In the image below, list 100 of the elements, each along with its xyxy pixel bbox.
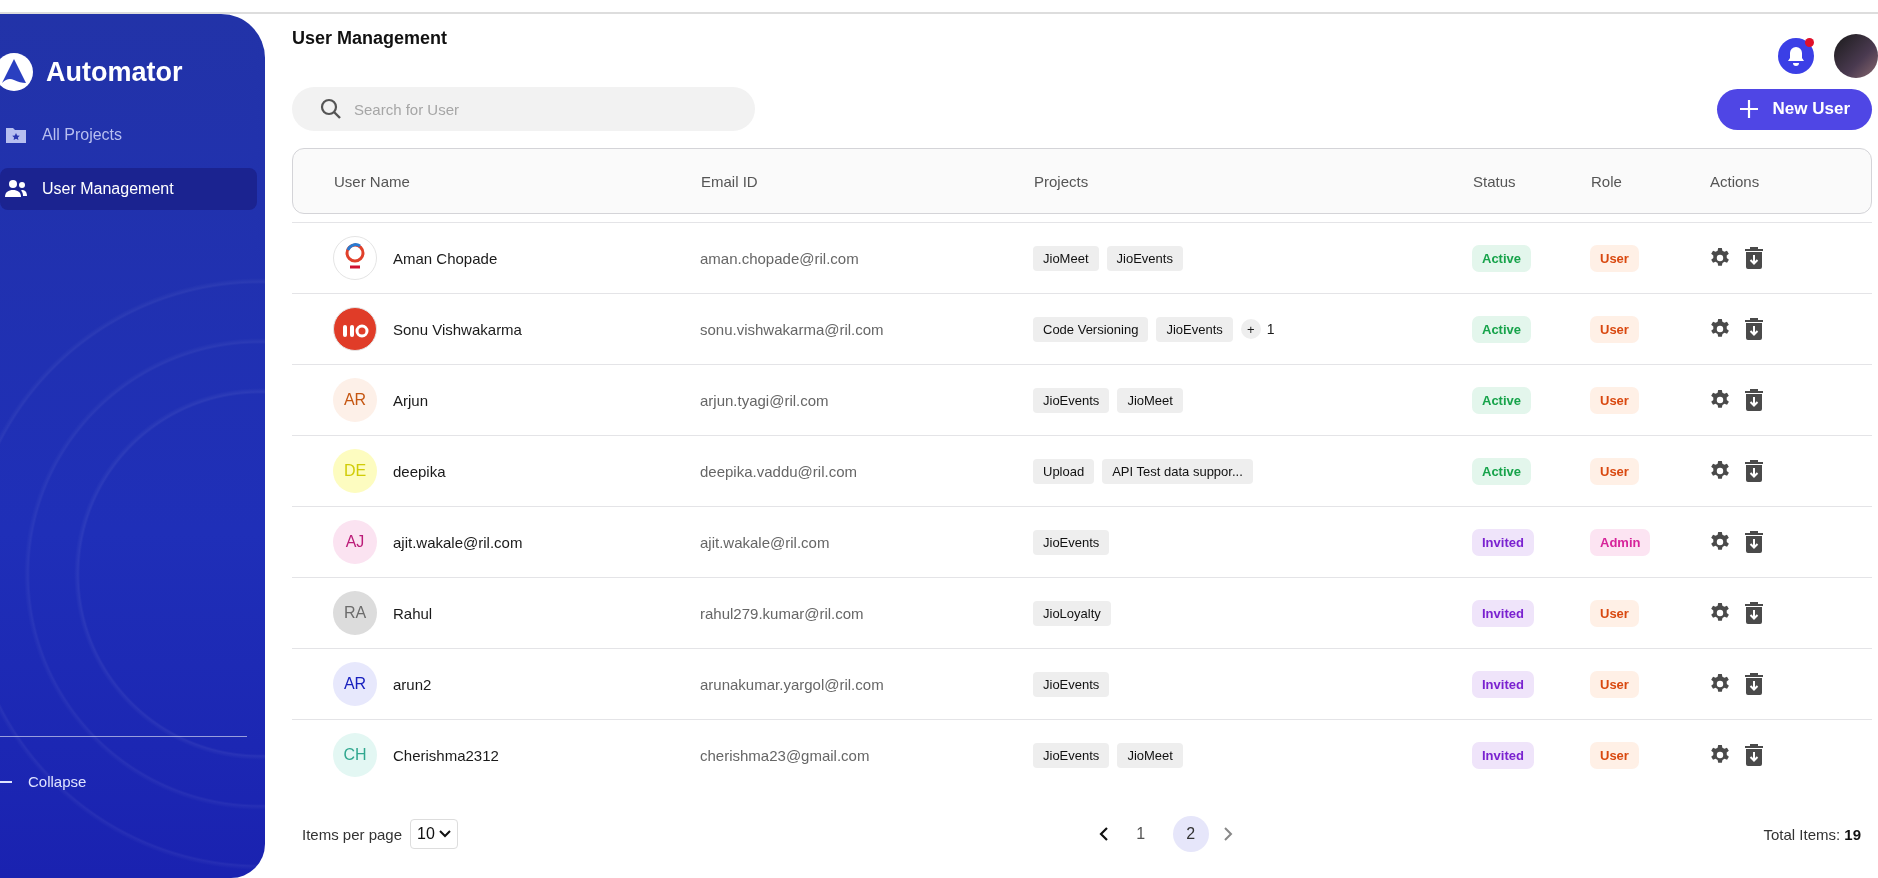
settings-icon[interactable] [1709, 531, 1731, 553]
more-projects-button[interactable]: + [1240, 319, 1261, 339]
email-text: rahul279.kumar@ril.com [700, 604, 865, 622]
delete-icon[interactable] [1744, 743, 1764, 767]
project-tag: JioEvents [1106, 245, 1183, 271]
bell-icon [1786, 45, 1806, 67]
project-tag: Code Versioning [1033, 316, 1149, 342]
nav-item[interactable]: All Projects [0, 114, 257, 156]
avatar: CH [333, 733, 377, 777]
user-name: Arjun [393, 391, 429, 409]
logo-avatar-icon [333, 236, 377, 280]
status-badge: Invited [1472, 741, 1534, 769]
page-button[interactable]: 2 [1172, 816, 1209, 852]
logo-icon [0, 52, 34, 92]
avatar: DE [333, 449, 377, 493]
email-text: arunakumar.yargol@ril.com [700, 675, 885, 693]
project-tag: JioLoyalty [1033, 600, 1111, 626]
status-badge: Active [1472, 386, 1532, 414]
delete-icon[interactable] [1744, 459, 1764, 483]
delete-icon[interactable] [1744, 672, 1764, 696]
user-name: Cherishma2312 [393, 746, 499, 764]
role-badge: User [1590, 457, 1639, 485]
email-text: arjun.tyagi@ril.com [700, 391, 830, 409]
project-tag: JioMeet [1033, 245, 1099, 271]
column-header: Status [1473, 172, 1517, 190]
status-badge: Active [1472, 315, 1532, 343]
notification-button[interactable] [1778, 38, 1814, 74]
column-header: Actions [1710, 172, 1761, 190]
role-badge: User [1590, 315, 1639, 343]
project-tag: JioMeet [1117, 387, 1183, 413]
new-user-button[interactable]: New User [1716, 88, 1872, 130]
user-name: Sonu Vishwakarma [393, 320, 522, 338]
plus-icon [1738, 99, 1759, 119]
delete-icon[interactable] [1744, 246, 1764, 270]
settings-icon[interactable] [1709, 318, 1731, 340]
settings-icon[interactable] [1709, 602, 1731, 624]
delete-icon[interactable] [1744, 317, 1764, 341]
project-tag: JioEvents [1033, 671, 1110, 697]
profile-photo-placeholder[interactable] [1834, 34, 1878, 78]
status-badge: Invited [1472, 599, 1534, 627]
settings-icon[interactable] [1709, 460, 1731, 482]
user-name: Aman Chopade [393, 249, 498, 267]
status-badge: Invited [1472, 670, 1534, 698]
project-tag: JioEvents [1033, 529, 1110, 555]
next-page-icon[interactable] [1222, 827, 1233, 841]
email-text: aman.chopade@ril.com [700, 249, 860, 267]
logo-avatar-icon [333, 307, 377, 351]
settings-icon[interactable] [1709, 673, 1731, 695]
settings-icon[interactable] [1709, 744, 1731, 766]
avatar: AR [333, 378, 377, 422]
column-header: User Name [334, 172, 411, 190]
role-badge: User [1590, 386, 1639, 414]
project-tag: Upload [1033, 458, 1095, 484]
delete-icon[interactable] [1744, 530, 1764, 554]
user-name: deepika [393, 462, 446, 480]
settings-icon[interactable] [1709, 389, 1731, 411]
delete-icon[interactable] [1744, 388, 1764, 412]
email-text: cherishma23@gmail.com [700, 746, 871, 764]
role-badge: User [1590, 670, 1639, 698]
search-field[interactable]: Search for User [292, 87, 755, 131]
role-badge: User [1590, 244, 1639, 272]
chevron-down-icon [438, 830, 451, 838]
user-name: Rahul [393, 604, 433, 622]
column-header: Role [1591, 172, 1623, 190]
collapse-button[interactable]: Collapse [0, 773, 265, 790]
page-title: User Management [292, 28, 448, 49]
project-tag: JioEvents [1033, 387, 1110, 413]
total-items: Total Items: 19 [1763, 825, 1861, 843]
users-icon [4, 179, 28, 199]
previous-page-icon[interactable] [1098, 827, 1109, 841]
items-per-page-select[interactable]: 10 [410, 819, 458, 849]
column-header: Email ID [701, 172, 759, 190]
project-tag: JioEvents [1033, 742, 1110, 768]
role-badge: User [1590, 599, 1639, 627]
email-text: sonu.vishwakarma@ril.com [700, 320, 885, 338]
user-name: ajit.wakale@ril.com [393, 533, 523, 551]
status-badge: Invited [1472, 528, 1534, 556]
column-header: Projects [1034, 172, 1090, 190]
folder-icon [4, 125, 28, 145]
page-button[interactable]: 1 [1122, 816, 1159, 852]
status-badge: Active [1472, 457, 1532, 485]
dash-icon [0, 780, 12, 783]
email-text: deepika.vaddu@ril.com [700, 462, 858, 480]
role-badge: Admin [1590, 528, 1651, 556]
items-per-page-label: Items per page [302, 825, 403, 843]
project-tag: API Test data suppor... [1102, 458, 1253, 484]
project-tag: JioEvents [1156, 316, 1233, 342]
avatar: RA [333, 591, 377, 635]
role-badge: User [1590, 741, 1639, 769]
more-count: 1 [1266, 321, 1275, 337]
status-badge: Active [1472, 244, 1532, 272]
brand-name: Automator [46, 56, 183, 88]
avatar: AJ [333, 520, 377, 564]
settings-icon[interactable] [1709, 247, 1731, 269]
nav-item[interactable]: User Management [0, 168, 257, 210]
email-text: ajit.wakale@ril.com [700, 533, 831, 551]
delete-icon[interactable] [1744, 601, 1764, 625]
avatar: AR [333, 662, 377, 706]
user-name: arun2 [393, 675, 432, 693]
project-tag: JioMeet [1117, 742, 1183, 768]
